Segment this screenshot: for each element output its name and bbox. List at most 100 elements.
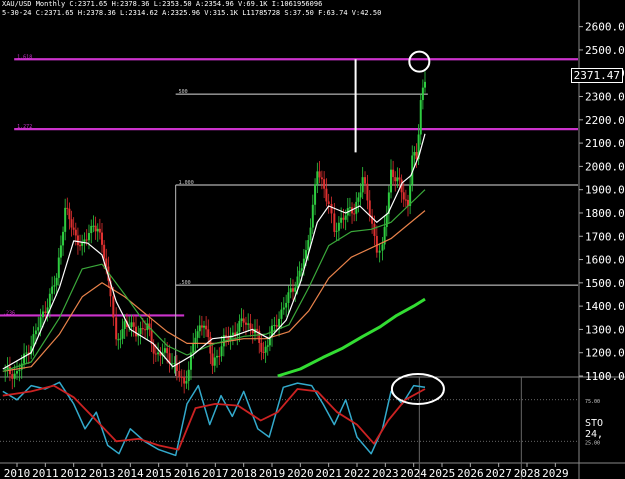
candle-body bbox=[85, 239, 88, 241]
candle-body bbox=[205, 325, 208, 330]
candle-body bbox=[340, 217, 343, 223]
price-highlight-circle bbox=[408, 50, 431, 73]
candle-body bbox=[373, 223, 376, 236]
x-tick-label-12: 2022 bbox=[344, 467, 371, 479]
candle-body bbox=[213, 357, 216, 366]
candle-body bbox=[273, 324, 276, 326]
candle-body bbox=[59, 245, 62, 258]
stoch-level-label-1: 25.00 bbox=[585, 440, 600, 446]
y-tick-label-9: 2000.00 bbox=[585, 160, 625, 173]
candle-body bbox=[282, 307, 285, 310]
candle-body bbox=[194, 337, 197, 344]
candle-body bbox=[141, 328, 144, 330]
candle-body bbox=[244, 322, 247, 325]
candle-body bbox=[200, 325, 203, 328]
candle-body bbox=[39, 317, 42, 328]
candle-body bbox=[16, 371, 18, 374]
candle-body bbox=[90, 225, 93, 234]
current-price-tag: 2371.47 bbox=[570, 68, 623, 83]
price-chart-svg: 1.618 500 1.272 1.000 .500 .236 1100.00 1200.00… bbox=[0, 0, 625, 479]
candle-body bbox=[342, 217, 345, 220]
y-tick-label-11: 2200.00 bbox=[585, 114, 625, 127]
candle-body bbox=[173, 363, 176, 365]
candle-body bbox=[41, 311, 44, 318]
candle-body bbox=[183, 377, 186, 384]
candle-body bbox=[154, 353, 157, 355]
candle-body bbox=[323, 179, 326, 189]
x-tick-label-0: 2010 bbox=[4, 467, 31, 479]
candle-body bbox=[198, 325, 201, 332]
candle-body bbox=[231, 332, 234, 336]
candle-body bbox=[11, 374, 14, 379]
candle-body bbox=[25, 352, 28, 354]
candle-body bbox=[192, 343, 195, 353]
x-tick-label-6: 2016 bbox=[174, 467, 201, 479]
candle-body bbox=[415, 152, 418, 160]
x-tick-label-19: 2029 bbox=[542, 467, 569, 479]
header-line-2: 5-30-24 C:2371.65 H:2378.36 L:2314.62 A:… bbox=[2, 9, 382, 17]
candle-body bbox=[185, 381, 188, 384]
candle-body bbox=[203, 325, 205, 328]
candle-body bbox=[51, 286, 54, 294]
candle-body bbox=[112, 296, 115, 318]
fib-label-3: 1.000 bbox=[179, 180, 194, 186]
candle-body bbox=[318, 171, 321, 178]
candle-body bbox=[13, 373, 16, 379]
candle-body bbox=[242, 318, 245, 323]
candle-body bbox=[163, 348, 166, 353]
x-tick-label-11: 2021 bbox=[315, 467, 342, 479]
candle-body bbox=[333, 213, 336, 232]
candle-body bbox=[385, 213, 388, 228]
candle-body bbox=[68, 208, 71, 220]
candle-body bbox=[327, 201, 330, 205]
candle-body bbox=[424, 81, 426, 88]
candle-body bbox=[320, 177, 323, 180]
candle-body bbox=[262, 351, 265, 353]
y-tick-label-7: 1800.00 bbox=[585, 207, 625, 220]
stoch-slow-line bbox=[2, 384, 426, 451]
candle-body bbox=[314, 184, 317, 205]
candle-body bbox=[115, 317, 118, 340]
y-tick-label-3: 1400.00 bbox=[585, 300, 625, 313]
candle-body bbox=[256, 328, 259, 331]
y-tick-label-8: 1900.00 bbox=[585, 184, 625, 197]
header-line-1: XAU/USD Monthly C:2371.65 H:2378.36 L:23… bbox=[2, 0, 323, 8]
y-tick-label-2: 1300.00 bbox=[585, 323, 625, 336]
candle-body bbox=[34, 330, 37, 335]
candle-body bbox=[70, 219, 73, 228]
fib-label-1: 500 bbox=[179, 89, 188, 95]
candle-body bbox=[48, 293, 51, 308]
candle-body bbox=[368, 200, 371, 216]
candle-body bbox=[390, 169, 392, 193]
candle-body bbox=[291, 288, 294, 292]
candle-body bbox=[305, 250, 307, 259]
x-tick-label-7: 2017 bbox=[202, 467, 229, 479]
candle-body bbox=[275, 324, 278, 327]
x-tick-label-10: 2020 bbox=[287, 467, 314, 479]
fib-label-0: 1.618 bbox=[17, 54, 32, 60]
y-tick-label-0: 1100.00 bbox=[585, 370, 625, 383]
candle-body bbox=[396, 177, 399, 182]
candle-body bbox=[117, 339, 120, 341]
y-tick-label-10: 2100.00 bbox=[585, 137, 625, 150]
candle-body bbox=[72, 227, 75, 230]
candle-body bbox=[207, 329, 210, 338]
candle-body bbox=[98, 228, 101, 233]
candle-body bbox=[249, 323, 252, 329]
x-tick-label-3: 2013 bbox=[89, 467, 116, 479]
ma-long-line bbox=[277, 297, 426, 378]
candle-body bbox=[296, 276, 299, 288]
candle-body bbox=[307, 240, 310, 251]
candle-body bbox=[178, 370, 181, 377]
candle-body bbox=[74, 229, 77, 236]
candle-body bbox=[220, 346, 223, 357]
candle-body bbox=[335, 230, 338, 232]
candle-body bbox=[44, 311, 47, 314]
fib-label-4: .500 bbox=[179, 280, 191, 286]
candle-body bbox=[298, 270, 301, 277]
candle-body bbox=[238, 320, 241, 332]
y-tick-label-14: 2500.00 bbox=[585, 44, 625, 57]
ma-orange-line bbox=[2, 210, 426, 372]
candle-body bbox=[421, 87, 424, 101]
candle-body bbox=[57, 257, 60, 278]
